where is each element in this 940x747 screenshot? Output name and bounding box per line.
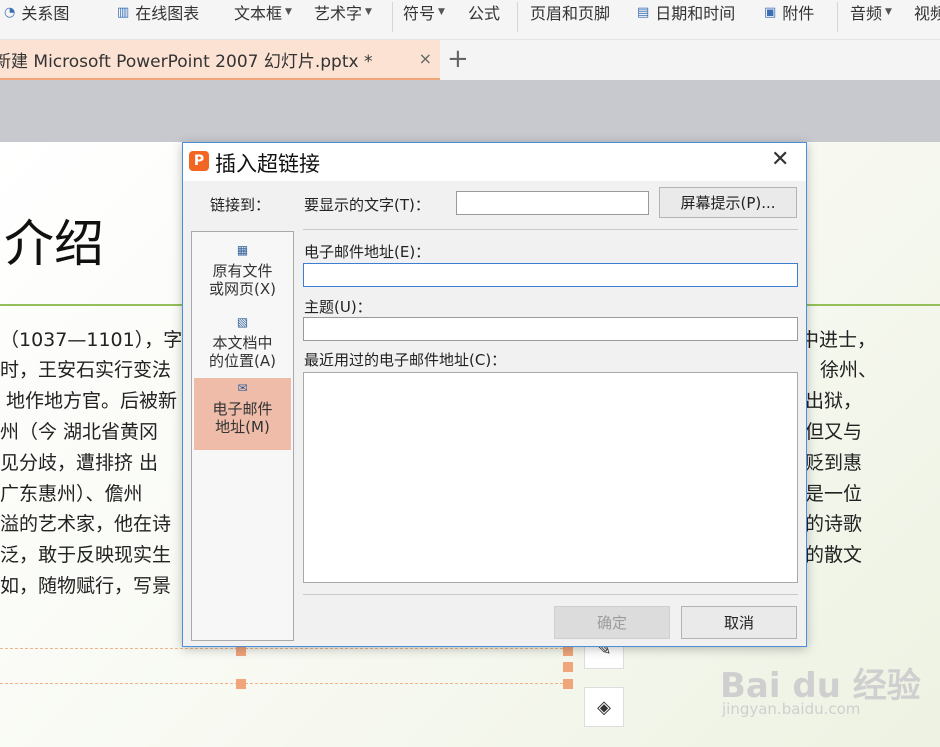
ribbon-date-time-button[interactable]: ▤ 日期和时间 xyxy=(637,0,735,24)
selection-dash xyxy=(0,648,563,649)
recent-email-list[interactable] xyxy=(303,372,798,583)
relation-graph-icon: ◔ xyxy=(4,4,16,20)
recent-email-label: 最近用过的电子邮件地址(C)： xyxy=(304,351,507,369)
slide-text-line: 地作地方官。后被新 xyxy=(6,390,178,412)
link-to-label: 链接到： xyxy=(210,196,271,214)
slide-text-line: 的散文 xyxy=(805,544,863,566)
ribbon-toolbar: ◔ 关系图 ▥ 在线图表 文本框 ▼ 艺术字 ▼ 符号 ▼ 公式 页眉和页脚 ▤… xyxy=(0,0,940,40)
app-logo-icon: P xyxy=(189,151,209,171)
dialog-title: 插入超链接 xyxy=(215,152,320,176)
slide-title[interactable]: 介绍 xyxy=(4,204,104,276)
chevron-down-icon: ▼ xyxy=(285,7,292,17)
slide-text-line: 贬到惠 xyxy=(805,452,863,474)
ribbon-separator xyxy=(392,2,393,32)
document-tab-title: 新建 Microsoft PowerPoint 2007 幻灯片.pptx * xyxy=(0,51,373,72)
slide-text-line: 的诗歌 xyxy=(805,513,863,535)
chevron-down-icon: ▼ xyxy=(885,7,892,17)
workspace-background xyxy=(0,80,940,142)
slide-text-line: 是一位 xyxy=(805,483,863,505)
baidu-watermark: Bai du 经验 jingyan.baidu.com xyxy=(720,650,930,740)
ribbon-header-footer-button[interactable]: 页眉和页脚 xyxy=(530,0,610,24)
slide-text-line: 泛，敢于反映现实生 xyxy=(0,544,172,566)
display-text-label: 要显示的文字(T)： xyxy=(304,196,430,214)
slide-text-line: 州（今 湖北省黄冈 xyxy=(0,421,159,443)
link-option-existing-file[interactable]: ▦ 原有文件 或网页(X) xyxy=(194,240,291,312)
ribbon-textbox-button[interactable]: 文本框 ▼ xyxy=(234,0,292,24)
ribbon-separator xyxy=(517,2,518,32)
subject-label: 主题(U)： xyxy=(304,298,372,316)
calendar-icon: ▤ xyxy=(637,4,650,20)
chevron-down-icon: ▼ xyxy=(438,7,445,17)
selection-dash xyxy=(0,683,563,684)
slide-text-line: 溢的艺术家，他在诗 xyxy=(0,513,172,535)
online-chart-icon: ▥ xyxy=(117,4,130,20)
ribbon-audio-button[interactable]: 音频 ▼ xyxy=(850,0,892,24)
slide-text-line: 如，随物赋行，写景 xyxy=(0,575,172,597)
ribbon-online-chart-button[interactable]: ▥ 在线图表 xyxy=(117,0,199,24)
resize-handle[interactable] xyxy=(236,679,246,689)
slide-text-line: 但又与 xyxy=(805,421,863,443)
email-address-label: 电子邮件地址(E)： xyxy=(304,243,431,261)
link-option-label: 地址(M) xyxy=(215,418,270,436)
email-address-icon: ✉ xyxy=(237,381,248,395)
slide-text-line: 中进士， xyxy=(800,329,877,351)
link-option-label: 本文档中 xyxy=(212,334,273,352)
ribbon-video-button[interactable]: 视频 xyxy=(914,0,940,24)
slide-text-line: 徐州、 xyxy=(820,359,878,381)
ribbon-relation-graph-button[interactable]: ◔ 关系图 xyxy=(4,0,69,24)
dialog-divider xyxy=(303,229,798,230)
ribbon-symbol-button[interactable]: 符号 ▼ xyxy=(403,0,445,24)
ribbon-attachment-button[interactable]: ▣ 附件 xyxy=(764,0,814,24)
slide-text-line: 广东惠州）、儋州 xyxy=(0,483,143,505)
display-text-input[interactable] xyxy=(456,191,649,215)
resize-handle[interactable] xyxy=(563,679,573,689)
close-icon[interactable]: × xyxy=(419,49,432,68)
resize-handle[interactable] xyxy=(563,646,573,656)
resize-handle[interactable] xyxy=(236,646,246,656)
email-address-input[interactable] xyxy=(303,263,798,287)
ribbon-wordart-button[interactable]: 艺术字 ▼ xyxy=(314,0,372,24)
link-option-label: 原有文件 xyxy=(212,262,273,280)
cancel-button[interactable]: 取消 xyxy=(681,606,797,639)
link-option-email-address[interactable]: ✉ 电子邮件 地址(M) xyxy=(194,378,291,450)
dialog-titlebar[interactable]: P 插入超链接 ✕ xyxy=(183,143,806,181)
close-icon[interactable]: ✕ xyxy=(771,147,789,172)
attachment-icon: ▣ xyxy=(764,4,777,20)
web-file-icon: ▦ xyxy=(236,243,249,257)
link-option-label: 电子邮件 xyxy=(212,400,273,418)
document-tab-strip: 新建 Microsoft PowerPoint 2007 幻灯片.pptx * … xyxy=(0,40,940,80)
screen-tip-button[interactable]: 屏幕提示(P)... xyxy=(659,187,797,218)
link-option-document-place[interactable]: ▧ 本文档中 的位置(A) xyxy=(194,312,291,384)
ribbon-formula-button[interactable]: 公式 xyxy=(468,0,500,24)
resize-handle[interactable] xyxy=(563,662,573,672)
link-option-label: 或网页(X) xyxy=(209,280,276,298)
document-place-icon: ▧ xyxy=(236,315,249,329)
slide-text-line: 见分歧，遭排挤 出 xyxy=(0,452,159,474)
link-type-pane: ▦ 原有文件 或网页(X) ▧ 本文档中 的位置(A) ✉ 电子邮件 地址(M) xyxy=(191,231,294,641)
document-tab[interactable]: 新建 Microsoft PowerPoint 2007 幻灯片.pptx * … xyxy=(0,40,440,80)
layers-button[interactable]: ◈ xyxy=(584,687,624,727)
ok-button[interactable]: 确定 xyxy=(554,606,670,639)
link-option-label: 的位置(A) xyxy=(209,352,276,370)
watermark-url: jingyan.baidu.com xyxy=(722,700,861,718)
slide-text-line: 时，王安石实行变法 xyxy=(0,359,172,381)
chevron-down-icon: ▼ xyxy=(365,7,372,17)
slide-text-line: 出狱， xyxy=(805,390,863,412)
new-tab-button[interactable]: + xyxy=(447,44,469,74)
layers-icon: ◈ xyxy=(597,696,611,718)
ribbon-separator xyxy=(837,2,838,32)
dialog-divider xyxy=(303,594,798,595)
insert-hyperlink-dialog: P 插入超链接 ✕ 链接到： 要显示的文字(T)： 屏幕提示(P)... ▦ 原… xyxy=(182,142,807,647)
slide-text-line: （1037—1101），字 xyxy=(0,329,183,351)
subject-input[interactable] xyxy=(303,317,798,341)
